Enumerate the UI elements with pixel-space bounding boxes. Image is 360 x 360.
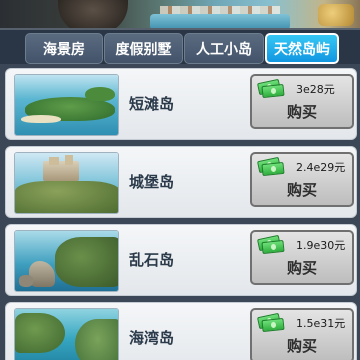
buy-button-label: 购买 [286, 103, 317, 121]
buy-button-label: 购买 [286, 259, 317, 277]
tab-natural-island[interactable]: 天然岛屿 [265, 33, 339, 64]
price-row: 1.9e30元 [256, 234, 348, 255]
buy-button[interactable]: 1.5e31元 购买 [250, 308, 354, 360]
list-item: 乱石岛 1.9e30元 购买 [5, 224, 357, 296]
top-scene-banner [0, 0, 360, 30]
island-thumbnail [14, 308, 119, 360]
list-item: 短滩岛 3e28元 购买 [5, 68, 357, 140]
buy-button[interactable]: 2.4e29元 购买 [250, 152, 354, 207]
island-name: 乱石岛 [129, 251, 175, 269]
list-item: 海湾岛 1.5e31元 购买 [5, 302, 357, 360]
price-value: 1.5e31元 [296, 317, 346, 330]
category-tab-bar: 海景房 度假别墅 人工小岛 天然岛屿 [0, 28, 360, 64]
island-list[interactable]: 短滩岛 3e28元 购买 城堡岛 2.4e29元 购买 乱石岛 1.9e30元 … [0, 64, 360, 360]
character-portrait [58, 0, 128, 30]
buy-button-label: 购买 [286, 181, 317, 199]
island-thumbnail [14, 230, 119, 292]
money-stack-icon [256, 312, 286, 333]
price-value: 2.4e29元 [296, 161, 346, 174]
price-row: 2.4e29元 [256, 156, 348, 177]
tab-holiday-villa[interactable]: 度假别墅 [104, 33, 183, 64]
buy-button[interactable]: 3e28元 购买 [250, 74, 354, 129]
island-name: 海湾岛 [129, 329, 175, 347]
money-stack-icon [256, 156, 286, 177]
island-name: 城堡岛 [129, 173, 175, 191]
coin-icon [318, 4, 354, 26]
price-value: 3e28元 [296, 83, 335, 96]
island-name: 短滩岛 [129, 95, 175, 113]
price-value: 1.9e30元 [296, 239, 346, 252]
buy-button[interactable]: 1.9e30元 购买 [250, 230, 354, 285]
list-item: 城堡岛 2.4e29元 购买 [5, 146, 357, 218]
island-thumbnail [14, 152, 119, 214]
buy-button-label: 购买 [286, 337, 317, 355]
money-stack-icon [256, 78, 286, 99]
island-thumbnail [14, 74, 119, 136]
price-row: 1.5e31元 [256, 312, 348, 333]
price-row: 3e28元 [256, 78, 348, 99]
tab-artificial-island[interactable]: 人工小岛 [184, 33, 264, 64]
money-stack-icon [256, 234, 286, 255]
tab-sea-view-house[interactable]: 海景房 [25, 33, 103, 64]
